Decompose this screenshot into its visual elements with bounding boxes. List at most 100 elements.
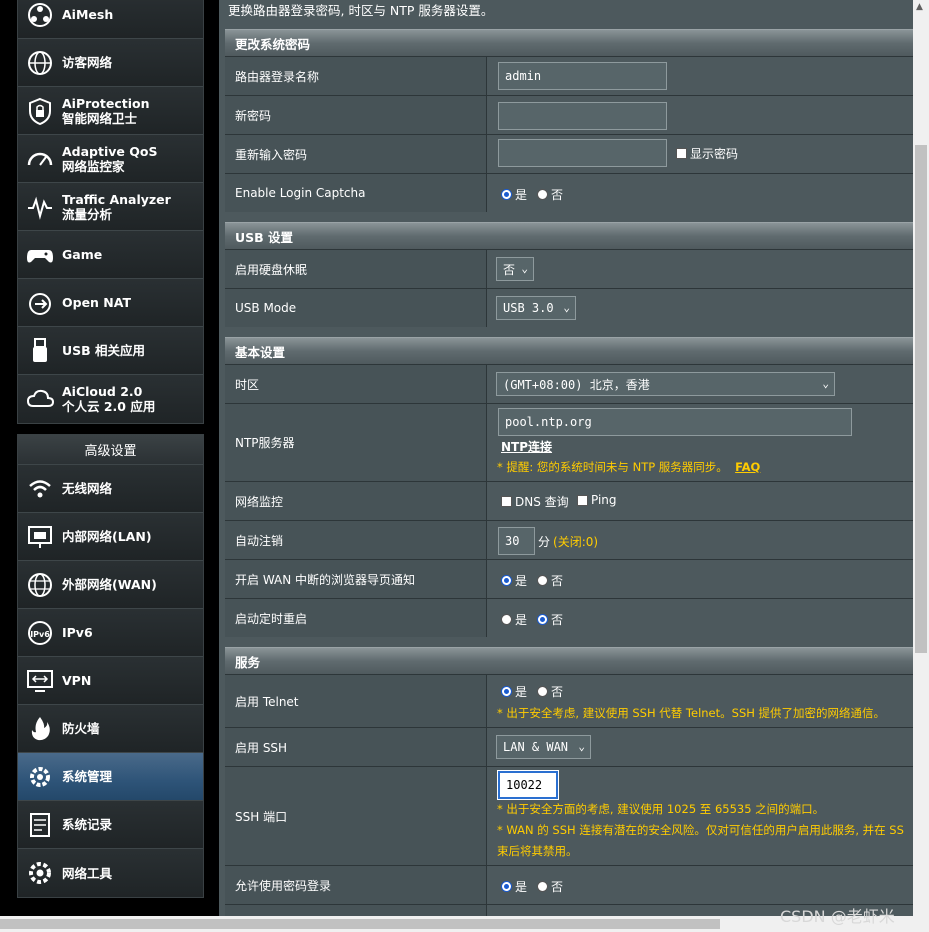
menu-item-label: AiMesh xyxy=(62,7,114,22)
row-wan-notify: 开启 WAN 中断的浏览器导页通知 是 否 xyxy=(225,559,913,598)
ssh-port-hint-1: * 出于安全方面的考虑, 建议使用 1025 至 65535 之间的端口。 xyxy=(497,802,825,816)
ntp-link[interactable]: NTP连接 xyxy=(501,438,552,455)
usb-mode-select[interactable]: USB 3.0 ⌄ xyxy=(496,296,576,320)
sidebar-adv-item-gear-person[interactable]: 系统管理 xyxy=(18,753,203,801)
dns-query-option[interactable]: DNS 查询 xyxy=(501,493,569,510)
sidebar-adv-item-ipv6[interactable]: IPv6 IPv6 xyxy=(18,609,203,657)
menu-item-label: Adaptive QoS 网络监控家 xyxy=(62,143,158,174)
telnet-no-option[interactable]: 否 xyxy=(537,683,563,700)
ping-checkbox[interactable] xyxy=(577,494,588,506)
sidebar-item-shield-lock[interactable]: AiProtection 智能网络卫士 xyxy=(18,87,203,135)
telnet-yes-radio[interactable] xyxy=(501,686,512,697)
ntp-server-input[interactable]: pool.ntp.org xyxy=(498,408,852,436)
menu-item-label: 网络工具 xyxy=(62,865,113,881)
usb-icon xyxy=(24,335,56,367)
telnet-yes-option[interactable]: 是 xyxy=(501,683,527,700)
sidebar-adv-item-tools-gear[interactable]: 网络工具 xyxy=(18,849,203,897)
reboot-no-radio[interactable] xyxy=(537,614,548,625)
hscrollbar-thumb[interactable] xyxy=(0,919,720,929)
row-usb-mode: USB Mode USB 3.0 ⌄ xyxy=(225,288,913,327)
pw-login-no-option[interactable]: 否 xyxy=(537,878,563,895)
hdd-sleep-select[interactable]: 否 ⌄ xyxy=(496,257,534,281)
ssh-port-hint-3: 束后将其禁用。 xyxy=(497,844,578,858)
auto-logout-input[interactable]: 30 xyxy=(498,527,535,555)
ssh-select[interactable]: LAN & WAN ⌄ xyxy=(496,735,591,759)
faq-link[interactable]: FAQ xyxy=(735,460,760,474)
row-hdd-sleep: 启用硬盘休眠 否 ⌄ xyxy=(225,249,913,288)
telnet-hint: * 出于安全考虑, 建议使用 SSH 代替 Telnet。SSH 提供了加密的网… xyxy=(497,706,886,720)
scrollbar-thumb[interactable] xyxy=(915,145,927,653)
vertical-scrollbar[interactable]: ▲ xyxy=(913,0,929,932)
main-content: 更换路由器登录密码, 时区与 NTP 服务器设置。 更改系统密码 路由器登录名称… xyxy=(219,0,913,932)
section-title-password: 更改系统密码 xyxy=(225,29,913,56)
sidebar-item-traffic-wave[interactable]: Traffic Analyzer 流量分析 xyxy=(18,183,203,231)
show-password-checkbox[interactable] xyxy=(676,148,687,159)
telnet-no-radio[interactable] xyxy=(537,686,548,697)
ssh-port-label: SSH 端口 xyxy=(225,767,487,865)
menu-item-label: 系统管理 xyxy=(62,769,113,784)
wan-notify-yes-radio[interactable] xyxy=(501,575,512,586)
timezone-select[interactable]: (GMT+08:00) 北京，香港 ⌄ xyxy=(496,372,835,396)
retype-password-input[interactable] xyxy=(498,139,667,167)
sidebar-adv-item-wifi[interactable]: 无线网络 xyxy=(18,465,203,513)
auto-logout-label: 自动注销 xyxy=(225,521,487,559)
gamepad-icon xyxy=(24,239,56,271)
usb-mode-label: USB Mode xyxy=(225,289,487,327)
sidebar-item-globe[interactable]: 访客网络 xyxy=(18,39,203,87)
captcha-no-option[interactable]: 否 xyxy=(537,186,563,203)
row-new-password: 新密码 xyxy=(225,95,913,134)
mesh-icon xyxy=(24,0,56,31)
ntp-hint: * 提醒: 您的系统时间未与 NTP 服务器同步。 FAQ xyxy=(497,460,761,474)
sidebar-item-gamepad[interactable]: Game xyxy=(18,231,203,279)
captcha-no-radio[interactable] xyxy=(537,189,548,200)
wan-globe-icon xyxy=(24,569,56,601)
pw-login-yes-option[interactable]: 是 xyxy=(501,878,527,895)
menu-item-label: Traffic Analyzer 流量分析 xyxy=(62,191,171,222)
shield-lock-icon xyxy=(24,95,56,127)
scroll-up-icon[interactable]: ▲ xyxy=(916,2,923,12)
wan-notify-yes-option[interactable]: 是 xyxy=(501,572,527,589)
wan-notify-label: 开启 WAN 中断的浏览器导页通知 xyxy=(225,560,487,598)
dns-query-checkbox[interactable] xyxy=(501,496,512,507)
open-nat-icon xyxy=(24,287,56,319)
menu-item-label: 访客网络 xyxy=(62,55,113,70)
row-login-name: 路由器登录名称 admin xyxy=(225,56,913,95)
timezone-label: 时区 xyxy=(225,365,487,403)
sidebar-item-cloud[interactable]: AiCloud 2.0 个人云 2.0 应用 xyxy=(18,375,203,423)
pw-login-no-radio[interactable] xyxy=(537,881,548,892)
row-ntp-server: NTP服务器 pool.ntp.org NTP连接 * 提醒: 您的系统时间未与… xyxy=(225,403,913,481)
wan-notify-no-radio[interactable] xyxy=(537,575,548,586)
sidebar-adv-item-firewall[interactable]: 防火墙 xyxy=(18,705,203,753)
pw-login-yes-radio[interactable] xyxy=(501,881,512,892)
sidebar-adv-item-vpn[interactable]: VPN xyxy=(18,657,203,705)
auto-logout-unit: 分 (关闭:0) xyxy=(538,535,599,549)
new-password-input[interactable] xyxy=(498,102,667,130)
section-title-usb: USB 设置 xyxy=(225,222,913,249)
ssh-port-input[interactable]: 10022 xyxy=(498,771,558,799)
reboot-yes-radio[interactable] xyxy=(501,614,512,625)
wifi-icon xyxy=(24,473,56,505)
wan-notify-no-option[interactable]: 否 xyxy=(537,572,563,589)
ping-option[interactable]: Ping xyxy=(577,493,617,507)
login-name-input[interactable]: admin xyxy=(498,62,667,90)
menu-item-label: Game xyxy=(62,247,103,262)
sidebar-item-mesh[interactable]: AiMesh xyxy=(18,0,203,39)
sidebar-adv-item-wan-globe[interactable]: 外部网络(WAN) xyxy=(18,561,203,609)
ssh-label: 启用 SSH xyxy=(225,728,487,766)
sidebar-item-open-nat[interactable]: Open NAT xyxy=(18,279,203,327)
row-scheduled-reboot: 启动定时重启 是 否 xyxy=(225,598,913,637)
row-network-monitor: 网络监控 DNS 查询 Ping xyxy=(225,481,913,520)
show-password-option[interactable]: 显示密码 xyxy=(676,145,738,162)
chevron-down-icon: ⌄ xyxy=(822,377,829,390)
captcha-yes-radio[interactable] xyxy=(501,189,512,200)
cloud-icon xyxy=(24,383,56,415)
lan-icon xyxy=(24,521,56,553)
reboot-yes-option[interactable]: 是 xyxy=(501,611,527,628)
sidebar-item-usb[interactable]: USB 相关应用 xyxy=(18,327,203,375)
captcha-yes-option[interactable]: 是 xyxy=(501,186,527,203)
reboot-no-option[interactable]: 否 xyxy=(537,611,563,628)
horizontal-scrollbar[interactable] xyxy=(0,916,913,932)
sidebar-adv-item-log[interactable]: 系统记录 xyxy=(18,801,203,849)
sidebar-adv-item-lan[interactable]: 内部网络(LAN) xyxy=(18,513,203,561)
sidebar-item-speedometer[interactable]: Adaptive QoS 网络监控家 xyxy=(18,135,203,183)
